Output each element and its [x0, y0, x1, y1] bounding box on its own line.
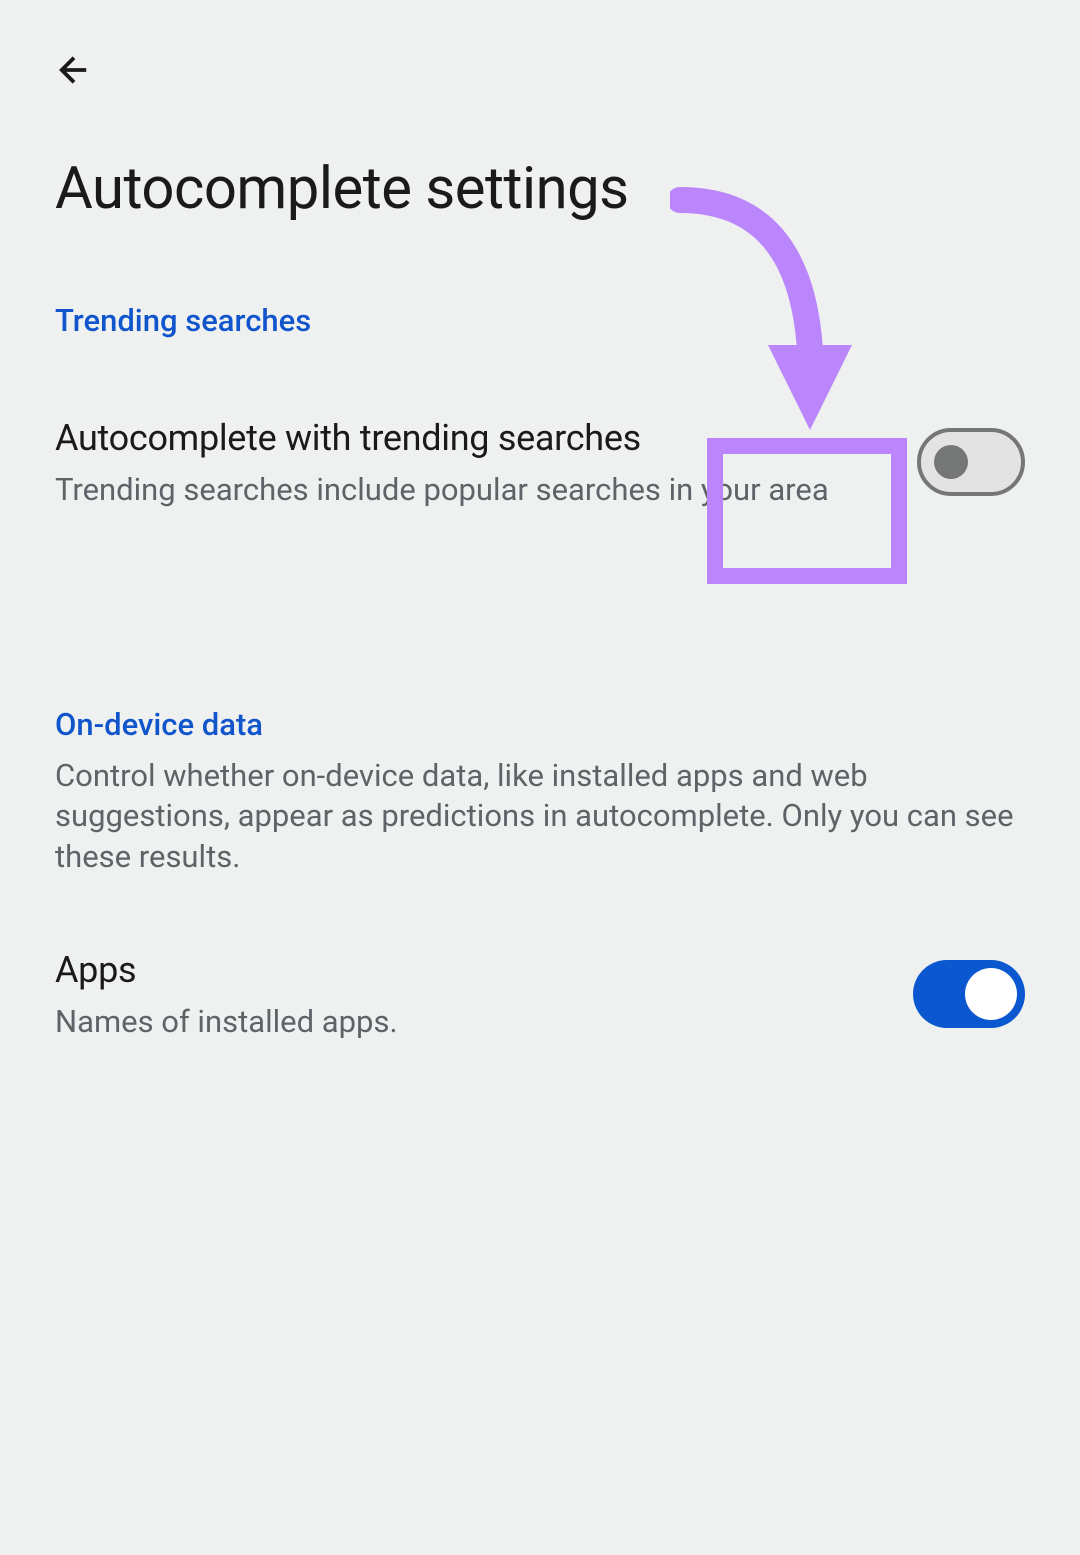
section-desc-ondevice: Control whether on-device data, like ins…: [55, 756, 1025, 877]
back-button[interactable]: [50, 48, 98, 96]
toggle-apps[interactable]: [913, 960, 1025, 1028]
toggle-knob: [934, 445, 968, 479]
section-header-ondevice: On-device data: [55, 706, 263, 743]
setting-row-apps[interactable]: Apps Names of installed apps.: [55, 946, 1025, 1042]
setting-desc-apps: Names of installed apps.: [55, 1001, 913, 1043]
setting-title-trending: Autocomplete with trending searches: [55, 414, 857, 463]
section-header-trending: Trending searches: [55, 302, 311, 339]
toggle-trending-autocomplete[interactable]: [917, 428, 1025, 496]
setting-row-trending-autocomplete[interactable]: Autocomplete with trending searches Tren…: [55, 414, 1025, 510]
setting-title-apps: Apps: [55, 946, 913, 995]
annotation-arrow-icon: [670, 180, 870, 440]
setting-desc-trending: Trending searches include popular search…: [55, 469, 857, 511]
page-title: Autocomplete settings: [55, 155, 629, 223]
arrow-left-icon: [53, 49, 95, 95]
toggle-knob: [965, 968, 1017, 1020]
